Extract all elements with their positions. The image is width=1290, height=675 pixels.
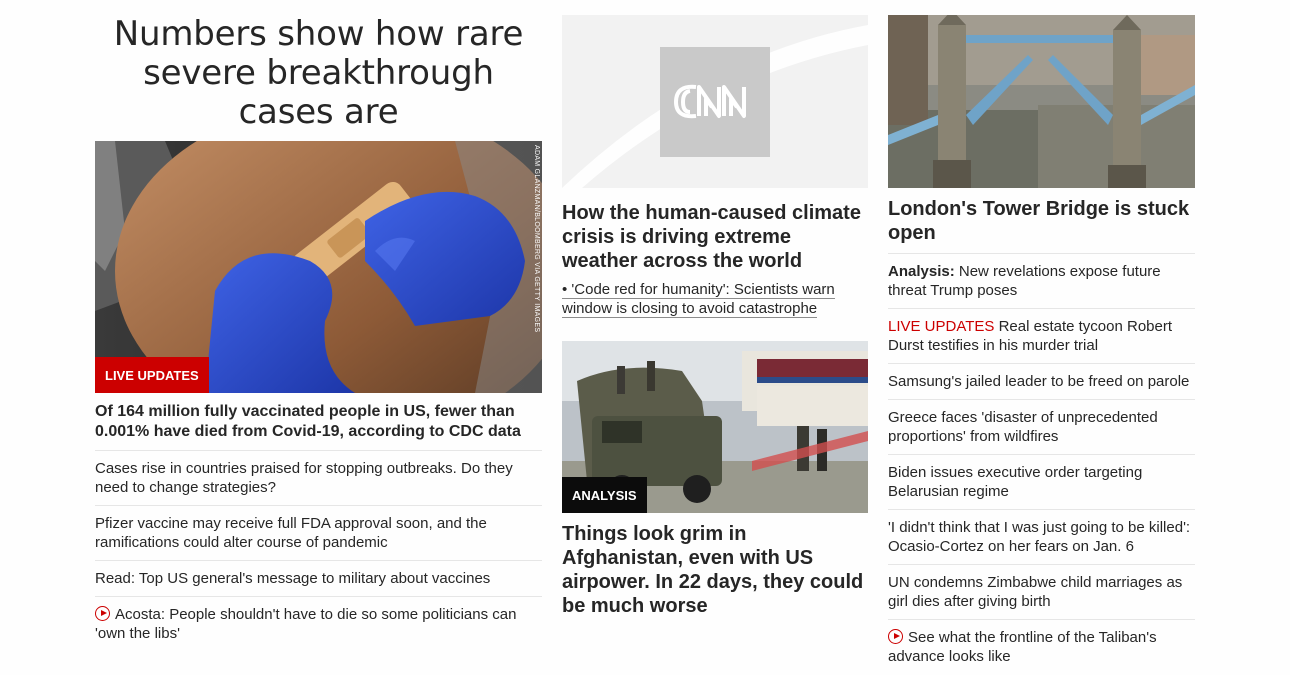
tower-bridge-story-title[interactable]: London's Tower Bridge is stuck open [888,197,1195,245]
right-column: London's Tower Bridge is stuck open Anal… [888,15,1195,674]
climate-story-title[interactable]: How the human-caused climate crisis is d… [562,201,868,273]
lead-headline[interactable]: Numbers show how rare severe breakthroug… [95,15,542,132]
tower-bridge-image[interactable] [888,15,1195,188]
vaccination-photo [95,141,542,393]
list-item[interactable]: Pfizer vaccine may receive full FDA appr… [95,505,542,560]
lead-column: Numbers show how rare severe breakthroug… [95,15,542,651]
list-item[interactable]: Greece faces 'disaster of unprecedented … [888,399,1195,454]
right-headline-list: Analysis: New revelations expose future … [888,253,1195,674]
list-item[interactable]: Analysis: New revelations expose future … [888,253,1195,308]
play-video-icon [95,606,110,621]
tower-bridge-photo [888,15,1195,188]
lead-related-list: Cases rise in countries praised for stop… [95,450,542,651]
lead-image[interactable]: ADAM GLANZMAN/BLOOMBERG VIA GETTY IMAGES… [95,141,542,393]
list-item[interactable]: See what the frontline of the Taliban's … [888,619,1195,674]
list-item[interactable]: UN condemns Zimbabwe child marriages as … [888,564,1195,619]
list-item[interactable]: Cases rise in countries praised for stop… [95,450,542,505]
list-item[interactable]: Biden issues executive order targeting B… [888,454,1195,509]
analysis-badge: ANALYSIS [562,477,647,513]
list-item[interactable]: LIVE UPDATES Real estate tycoon Robert D… [888,308,1195,363]
lead-story-title[interactable]: Of 164 million fully vaccinated people i… [95,402,542,442]
live-updates-label: LIVE UPDATES [888,318,995,335]
list-item[interactable]: Acosta: People shouldn't have to die so … [95,596,542,651]
live-updates-badge: LIVE UPDATES [95,357,209,393]
list-item[interactable]: Samsung's jailed leader to be freed on p… [888,363,1195,399]
photo-credit: ADAM GLANZMAN/BLOOMBERG VIA GETTY IMAGES [533,145,540,333]
play-video-icon [888,629,903,644]
afghanistan-story-title[interactable]: Things look grim in Afghanistan, even wi… [562,522,868,618]
climate-sub-link[interactable]: • 'Code red for humanity': Scientists wa… [562,280,868,318]
cnn-logo-placeholder [562,25,868,188]
middle-column: How the human-caused climate crisis is d… [562,15,868,618]
list-item[interactable]: Read: Top US general's message to milita… [95,560,542,596]
cnn-placeholder-image[interactable] [562,15,868,188]
list-item[interactable]: 'I didn't think that I was just going to… [888,509,1195,564]
afghanistan-image[interactable]: ANALYSIS [562,341,868,513]
